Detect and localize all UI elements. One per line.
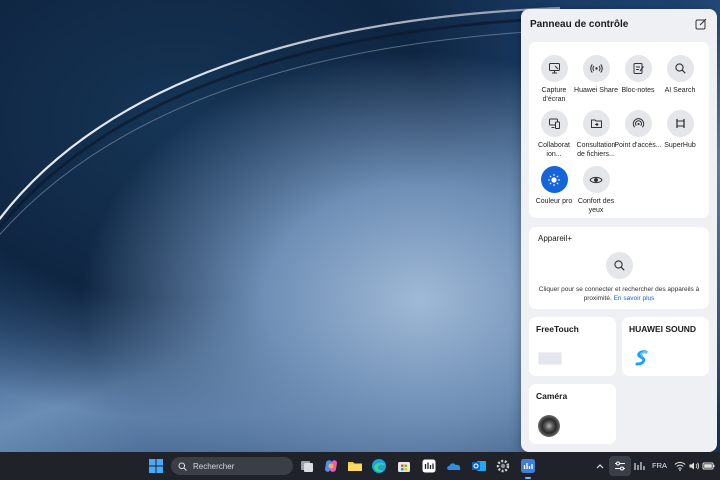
tile-couleur-pro[interactable]: Couleur pro <box>532 166 576 206</box>
settings-icon[interactable] <box>495 458 511 474</box>
huawei-sound-title: HUAWEI SOUND <box>629 324 697 334</box>
search-icon <box>178 462 187 471</box>
onedrive-icon[interactable] <box>446 458 462 474</box>
search-icon <box>614 260 625 271</box>
tile-huawei-share[interactable]: Huawei Share <box>574 55 618 95</box>
sliders-icon <box>615 461 625 471</box>
file-explorer-icon[interactable] <box>347 458 363 474</box>
quick-actions-card: Capture d'écran Huawei Share Bloc-notes … <box>529 42 709 218</box>
tile-confort-yeux[interactable]: Confort des yeux <box>574 166 618 215</box>
huawei-sound-card[interactable]: HUAWEI SOUND <box>622 317 709 376</box>
volume-icon[interactable] <box>688 460 700 472</box>
eye-comfort-icon <box>582 166 610 193</box>
battery-icon[interactable] <box>702 460 716 472</box>
taskbar: Rechercher FRA <box>0 452 720 480</box>
copilot-icon[interactable] <box>323 458 339 474</box>
tile-superhub[interactable]: SuperHub <box>658 110 702 150</box>
screen-capture-icon <box>540 55 568 82</box>
tile-label: Consultation de fichiers... <box>576 142 616 158</box>
tile-capture-ecran[interactable]: Capture d'écran <box>532 55 576 104</box>
freetouch-preview <box>538 352 562 365</box>
search-icon <box>666 55 694 82</box>
hotspot-icon <box>624 110 652 137</box>
appareil-plus-card: Appareil+ Cliquer pour se connecter et r… <box>529 227 709 309</box>
outlook-icon[interactable] <box>471 458 487 474</box>
learn-more-link[interactable]: En savoir plus <box>614 295 655 302</box>
tile-label: Couleur pro <box>535 198 573 205</box>
tile-label: Confort des yeux <box>577 198 615 214</box>
edge-icon[interactable] <box>371 458 387 474</box>
chevron-up-icon[interactable] <box>593 459 607 473</box>
huawei-share-icon <box>582 55 610 82</box>
microsoft-store-icon[interactable] <box>396 458 412 474</box>
search-placeholder: Rechercher <box>193 461 235 471</box>
active-app-indicator <box>525 477 531 479</box>
huawei-app-icon[interactable] <box>520 458 536 474</box>
tile-label: Point d'accès... <box>614 142 662 149</box>
camera-lens-icon <box>538 415 560 437</box>
huawei-sound-logo-icon <box>635 350 648 366</box>
collaboration-icon <box>540 110 568 137</box>
tile-point-acces[interactable]: Point d'accès... <box>614 110 662 150</box>
camera-card[interactable]: Caméra <box>529 384 616 444</box>
camera-title: Caméra <box>536 391 568 401</box>
tile-label: SuperHub <box>664 142 696 149</box>
tile-label: Collaborat ion... <box>538 142 570 158</box>
appareil-plus-description: Cliquer pour se connecter et rechercher … <box>533 285 705 303</box>
control-panel-header: Panneau de contrôle <box>528 9 710 39</box>
tile-collaboration[interactable]: Collaborat ion... <box>532 110 576 159</box>
freetouch-card[interactable]: FreeTouch <box>529 317 616 376</box>
device-search-button[interactable] <box>606 252 633 279</box>
huawei-pc-manager-icon[interactable] <box>421 458 437 474</box>
edit-icon[interactable] <box>694 17 708 31</box>
taskbar-search-box[interactable]: Rechercher <box>171 457 293 475</box>
control-panel: Panneau de contrôle Capture d'écran Huaw… <box>521 9 717 452</box>
control-panel-title: Panneau de contrôle <box>530 18 629 30</box>
language-indicator[interactable]: FRA <box>652 461 667 470</box>
start-icon[interactable] <box>148 458 164 474</box>
notepad-icon <box>624 55 652 82</box>
tile-label: Bloc-notes <box>621 87 655 94</box>
task-view-icon[interactable] <box>299 458 315 474</box>
superhub-icon <box>666 110 694 137</box>
wifi-icon[interactable] <box>674 460 686 472</box>
tile-bloc-notes[interactable]: Bloc-notes <box>616 55 660 95</box>
color-pro-icon <box>540 166 568 193</box>
equalizer-icon[interactable] <box>632 459 646 473</box>
file-browse-icon <box>582 110 610 137</box>
tile-ai-search[interactable]: AI Search <box>658 55 702 95</box>
freetouch-title: FreeTouch <box>536 324 579 334</box>
tile-label: Capture d'écran <box>541 87 567 103</box>
tile-label: Huawei Share <box>574 87 618 94</box>
appareil-plus-title: Appareil+ <box>538 234 573 243</box>
tile-consultation-fichiers[interactable]: Consultation de fichiers... <box>574 110 618 159</box>
control-panel-tray-button[interactable] <box>609 456 631 476</box>
tile-label: AI Search <box>664 87 696 94</box>
